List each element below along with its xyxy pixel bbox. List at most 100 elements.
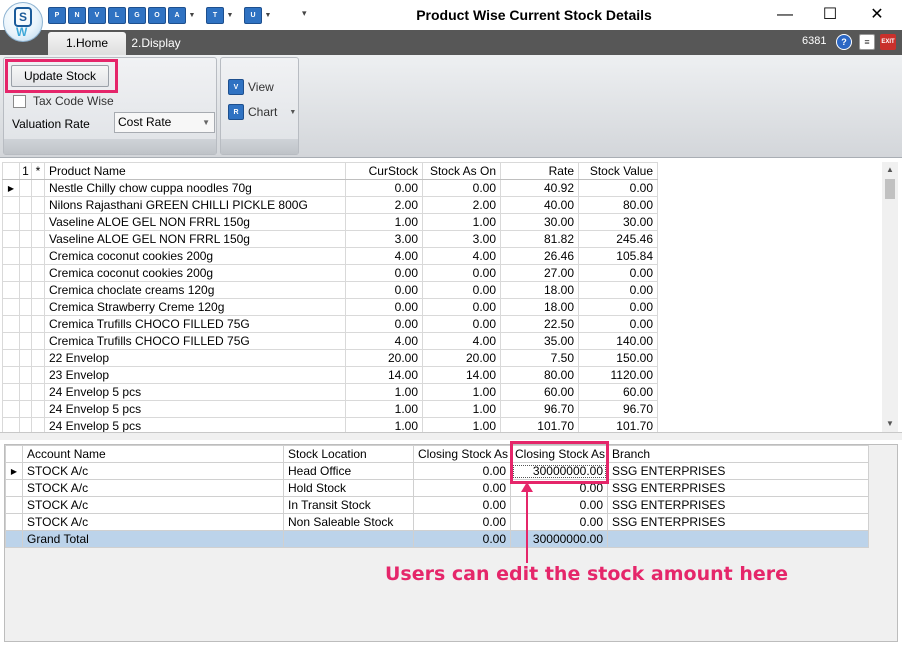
rate-cell[interactable]: 26.46 [500, 247, 579, 265]
table-row[interactable]: STOCK A/c In Transit Stock 0.00 0.00 SSG ENT… [5, 496, 869, 514]
row-indicator[interactable] [2, 349, 20, 367]
stock-value-cell[interactable]: 96.70 [578, 400, 658, 418]
chart-button[interactable]: R Chart ▼ [228, 103, 296, 121]
row-star-cell[interactable] [31, 383, 45, 401]
stock-as-on-cell[interactable]: 0.00 [422, 264, 501, 282]
row-star-cell[interactable] [31, 366, 45, 384]
product-name-cell[interactable]: Nestle Chilly chow cuppa noodles 70g [44, 179, 346, 197]
table-row[interactable]: Vaseline ALOE GEL NON FRRL 150g 3.00 3.00 8… [2, 230, 658, 248]
stock-value-cell[interactable]: 60.00 [578, 383, 658, 401]
curstock-cell[interactable]: 1.00 [345, 383, 423, 401]
grand-total-row[interactable]: Grand Total 0.00 30000000.00 [5, 530, 869, 548]
curstock-cell[interactable]: 3.00 [345, 230, 423, 248]
column-header-rate[interactable]: Rate [500, 162, 579, 180]
stock-as-on-cell[interactable]: 20.00 [422, 349, 501, 367]
stock-as-on-cell[interactable]: 4.00 [422, 247, 501, 265]
curstock-cell[interactable]: 14.00 [345, 366, 423, 384]
curstock-cell[interactable]: 0.00 [345, 298, 423, 316]
column-header-account-name[interactable]: Account Name [22, 445, 284, 463]
table-row[interactable]: STOCK A/c Non Saleable Stock 0.00 0.00 SSG E… [5, 513, 869, 531]
row-index-cell[interactable] [19, 247, 32, 265]
curstock-cell[interactable]: 20.00 [345, 349, 423, 367]
stock-location-cell[interactable]: Non Saleable Stock [283, 513, 414, 531]
view-button[interactable]: V View [228, 78, 274, 96]
row-indicator[interactable] [2, 196, 20, 214]
row-star-cell[interactable] [31, 179, 45, 197]
product-name-cell[interactable]: Vaseline ALOE GEL NON FRRL 150g [44, 213, 346, 231]
column-header-stock-as-on[interactable]: Stock As On [422, 162, 501, 180]
help-icon[interactable]: ? [836, 34, 852, 50]
stock-as-on-cell[interactable]: 3.00 [422, 230, 501, 248]
stock-location-cell[interactable] [283, 530, 414, 548]
account-name-cell[interactable]: Grand Total [22, 530, 284, 548]
stock-value-cell[interactable]: 80.00 [578, 196, 658, 214]
row-star-cell[interactable] [31, 400, 45, 418]
closing-stock-cell[interactable]: 0.00 [413, 530, 511, 548]
row-star-cell[interactable] [31, 298, 45, 316]
stock-as-on-cell[interactable]: 1.00 [422, 213, 501, 231]
row-star-cell[interactable] [31, 213, 45, 231]
stock-as-on-cell[interactable]: 0.00 [422, 281, 501, 299]
curstock-cell[interactable]: 1.00 [345, 400, 423, 418]
curstock-cell[interactable]: 2.00 [345, 196, 423, 214]
stock-as-on-cell[interactable]: 1.00 [422, 383, 501, 401]
row-indicator[interactable] [2, 366, 20, 384]
curstock-cell[interactable]: 4.00 [345, 247, 423, 265]
table-row[interactable]: Cremica coconut cookies 200g 4.00 4.00 26.4… [2, 247, 658, 265]
row-index-cell[interactable] [19, 213, 32, 231]
account-name-cell[interactable]: STOCK A/c [22, 513, 284, 531]
column-header-product-name[interactable]: Product Name [44, 162, 346, 180]
scrollbar-thumb[interactable] [885, 179, 895, 199]
row-star-cell[interactable] [31, 230, 45, 248]
row-index-cell[interactable] [19, 230, 32, 248]
table-row[interactable]: Cremica Strawberry Creme 120g 0.00 0.00 18.… [2, 298, 658, 316]
stock-value-cell[interactable]: 150.00 [578, 349, 658, 367]
row-indicator[interactable]: ▶ [5, 462, 23, 480]
stock-as-on-cell[interactable]: 4.00 [422, 332, 501, 350]
rate-cell[interactable]: 96.70 [500, 400, 579, 418]
account-name-cell[interactable]: STOCK A/c [22, 462, 284, 480]
rate-cell[interactable]: 7.50 [500, 349, 579, 367]
stock-value-cell[interactable]: 0.00 [578, 281, 658, 299]
row-indicator[interactable]: ▶ [2, 179, 20, 197]
stock-as-on-cell[interactable]: 1.00 [422, 400, 501, 418]
row-indicator[interactable] [2, 213, 20, 231]
table-row[interactable]: STOCK A/c Hold Stock 0.00 0.00 SSG ENTERPRIS… [5, 479, 869, 497]
row-star-cell[interactable] [31, 281, 45, 299]
rate-cell[interactable]: 27.00 [500, 264, 579, 282]
row-index-cell[interactable] [19, 196, 32, 214]
product-name-cell[interactable]: Nilons Rajasthani GREEN CHILLI PICKLE 80… [44, 196, 346, 214]
curstock-cell[interactable]: 1.00 [345, 213, 423, 231]
product-name-cell[interactable]: 22 Envelop [44, 349, 346, 367]
table-row[interactable]: Nilons Rajasthani GREEN CHILLI PICKLE 80… [2, 196, 658, 214]
splitter[interactable] [0, 432, 902, 440]
table-row[interactable]: 22 Envelop 20.00 20.00 7.50 150.00 [2, 349, 658, 367]
stock-as-on-cell[interactable]: 2.00 [422, 196, 501, 214]
row-index-cell[interactable] [19, 400, 32, 418]
product-name-cell[interactable]: 24 Envelop 5 pcs [44, 400, 346, 418]
row-indicator[interactable] [2, 230, 20, 248]
table-row[interactable]: Cremica Trufills CHOCO FILLED 75G 4.00 4.0… [2, 332, 658, 350]
branch-cell[interactable]: SSG ENTERPRISES [607, 479, 869, 497]
closing-stock-cell[interactable]: 0.00 [413, 513, 511, 531]
closing-stock-cell[interactable]: 0.00 [413, 496, 511, 514]
row-index-cell[interactable] [19, 383, 32, 401]
tab-display[interactable]: 2.Display [126, 32, 186, 55]
exit-icon[interactable]: EXIT [880, 34, 896, 50]
column-header-index[interactable]: 1 [19, 162, 32, 180]
valuation-rate-select[interactable]: Cost Rate ▼ [114, 112, 215, 133]
maximize-button[interactable]: ☐ [815, 4, 845, 26]
rate-cell[interactable]: 30.00 [500, 213, 579, 231]
curstock-cell[interactable]: 0.00 [345, 264, 423, 282]
stock-location-cell[interactable]: Head Office [283, 462, 414, 480]
closing-stock-cell[interactable]: 0.00 [413, 479, 511, 497]
product-name-cell[interactable]: 23 Envelop [44, 366, 346, 384]
column-header-stock-value[interactable]: Stock Value [578, 162, 658, 180]
table-row[interactable]: ▶ Nestle Chilly chow cuppa noodles 70g 0.0… [2, 179, 658, 197]
stock-as-on-cell[interactable]: 0.00 [422, 298, 501, 316]
row-star-cell[interactable] [31, 315, 45, 333]
row-indicator[interactable] [2, 400, 20, 418]
row-indicator[interactable] [2, 281, 20, 299]
stock-location-cell[interactable]: In Transit Stock [283, 496, 414, 514]
rate-cell[interactable]: 40.92 [500, 179, 579, 197]
